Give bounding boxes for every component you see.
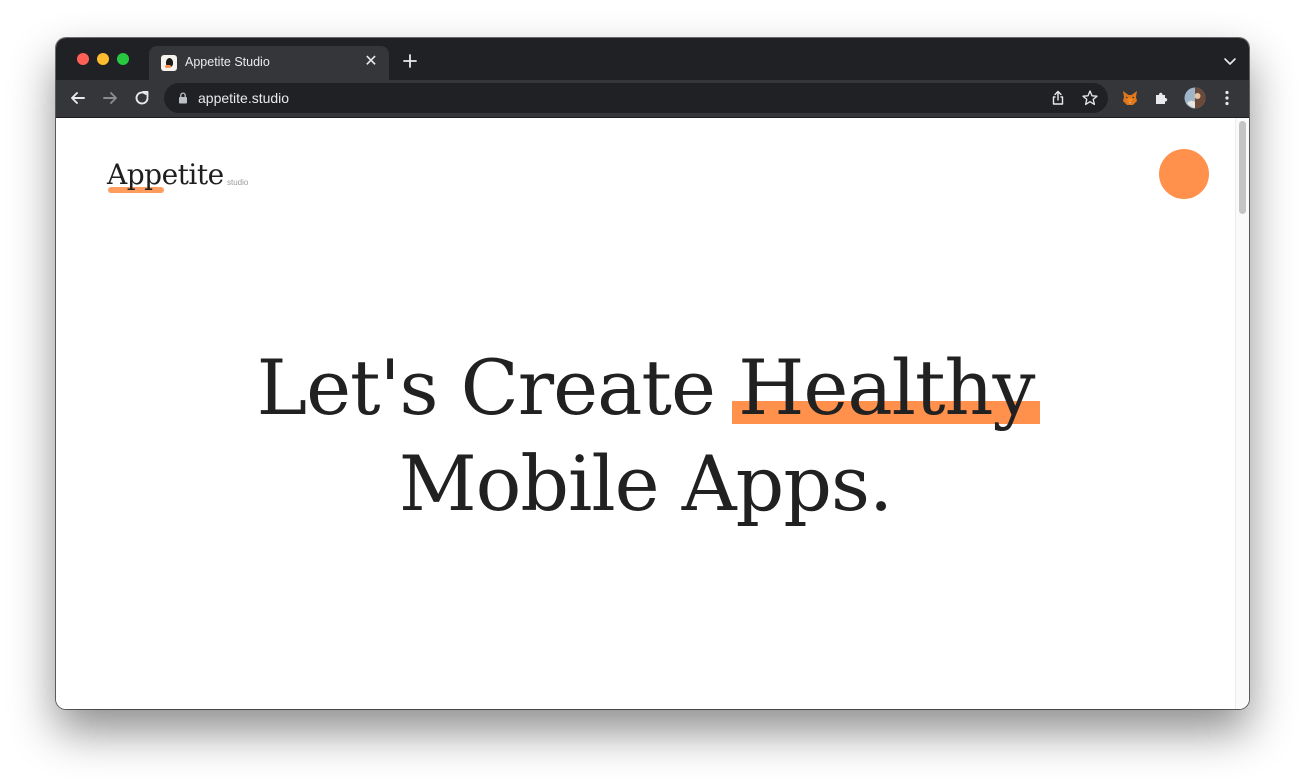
scrollbar-thumb[interactable]: [1239, 121, 1246, 214]
browser-window: Appetite Studio ✕ appetite.studio Appeti…: [56, 38, 1249, 709]
minimize-window-button[interactable]: [97, 53, 109, 65]
more-vertical-icon[interactable]: [1217, 88, 1237, 108]
lock-icon[interactable]: [176, 91, 190, 105]
share-icon[interactable]: [1049, 89, 1067, 107]
back-arrow-icon[interactable]: [68, 88, 88, 108]
toolbar: appetite.studio: [56, 80, 1249, 118]
hero-heading: Let's Create Healthy Mobile Apps.: [56, 340, 1235, 532]
vertical-scrollbar[interactable]: [1235, 118, 1249, 709]
maximize-window-button[interactable]: [117, 53, 129, 65]
url-text[interactable]: appetite.studio: [198, 90, 289, 106]
logo-wordmark: Appetite: [107, 158, 224, 191]
chevron-down-icon[interactable]: [1223, 54, 1237, 68]
close-window-button[interactable]: [77, 53, 89, 65]
tab-strip: Appetite Studio ✕: [56, 38, 1249, 80]
hero-highlight-word: Healthy: [738, 343, 1035, 432]
address-bar[interactable]: appetite.studio: [164, 83, 1108, 113]
favicon-icon: [161, 55, 177, 71]
tab-appetite-studio[interactable]: Appetite Studio ✕: [149, 46, 389, 80]
forward-arrow-icon[interactable]: [100, 88, 120, 108]
logo-suffix: studio: [227, 178, 249, 187]
hero-highlight: Healthy: [732, 340, 1041, 436]
reload-icon[interactable]: [132, 88, 152, 108]
plus-icon[interactable]: [400, 51, 420, 71]
puzzle-icon[interactable]: [1152, 88, 1172, 108]
close-icon[interactable]: ✕: [363, 54, 379, 70]
tab-title: Appetite Studio: [185, 55, 270, 69]
star-icon[interactable]: [1081, 89, 1099, 107]
hero-line-1: Let's Create Healthy: [56, 340, 1235, 436]
metamask-fox-icon[interactable]: [1120, 88, 1140, 108]
menu-button[interactable]: [1159, 149, 1209, 199]
hero-text-prefix: Let's Create: [256, 343, 739, 432]
hero-line-2: Mobile Apps.: [398, 439, 893, 528]
site-logo[interactable]: Appetite studio: [107, 158, 257, 198]
web-page: Appetite studio Let's Create Healthy Mob…: [56, 118, 1235, 709]
avatar[interactable]: [1184, 87, 1206, 109]
